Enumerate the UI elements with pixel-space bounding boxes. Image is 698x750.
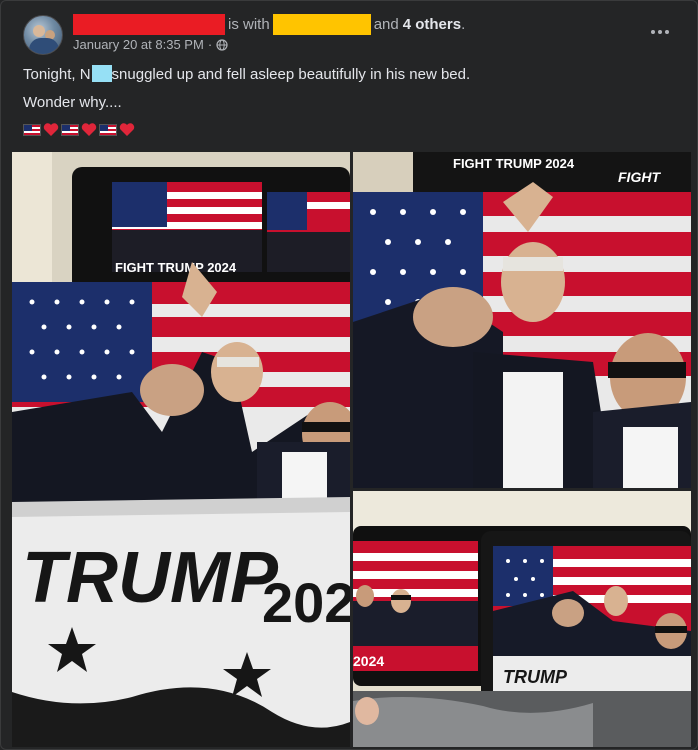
year-text: 2024 — [262, 571, 350, 634]
avatar-body — [29, 38, 59, 54]
us-flag-emoji — [61, 123, 79, 136]
is-with-text: is with — [228, 15, 270, 33]
photo-blanket-closeup[interactable]: FIGHT TRUMP 2024 FIGHT — [353, 152, 691, 488]
post-text-before-redaction: Tonight, N — [23, 66, 91, 83]
emoji-line — [23, 122, 135, 137]
post-meta: January 20 at 8:35 PM · — [73, 37, 228, 52]
header-period: . — [461, 15, 466, 33]
post-header: is with and 4 others . — [73, 13, 465, 35]
pillow-text-small: 2024 — [353, 653, 384, 669]
photo-bed-full[interactable]: FIGHT TRUMP 2024 TRUMP 202 — [12, 152, 350, 747]
author-avatar[interactable] — [23, 15, 63, 55]
avatar-person-1 — [33, 25, 45, 37]
red-heart-emoji — [81, 123, 97, 136]
facebook-post: is with and 4 others . January 20 at 8:3… — [0, 0, 698, 750]
and-text: and — [373, 15, 399, 33]
others-link[interactable]: 4 others — [403, 16, 461, 33]
author-name-redacted[interactable] — [73, 13, 225, 35]
meta-separator: · — [207, 37, 213, 52]
name-redaction-box — [91, 65, 112, 82]
photo-pillows[interactable]: 2024 TRUMP 2024 — [353, 491, 691, 747]
post-text-line-1: Tonight, N snuggled up and fell asleep be… — [23, 65, 470, 83]
red-heart-emoji — [43, 123, 59, 136]
pillow-trump-text: TRUMP — [503, 667, 568, 687]
globe-icon[interactable] — [216, 38, 228, 51]
tagged-friend-redacted[interactable] — [272, 13, 371, 35]
post-timestamp[interactable]: January 20 at 8:35 PM — [73, 37, 204, 52]
post-text-after-redaction: snuggled up and fell asleep beautifully … — [111, 66, 471, 83]
pillow-text-left: FIGHT TRUMP 2024 — [115, 260, 237, 275]
red-heart-emoji — [119, 123, 135, 136]
fight-text: FIGHT — [618, 169, 661, 185]
us-flag-emoji — [99, 123, 117, 136]
post-text-line-2: Wonder why.... — [23, 94, 122, 111]
more-options-icon[interactable] — [645, 21, 675, 43]
pillow-text-top: FIGHT TRUMP 2024 — [453, 156, 575, 171]
trump-text: TRUMP — [22, 538, 279, 618]
us-flag-emoji — [23, 123, 41, 136]
